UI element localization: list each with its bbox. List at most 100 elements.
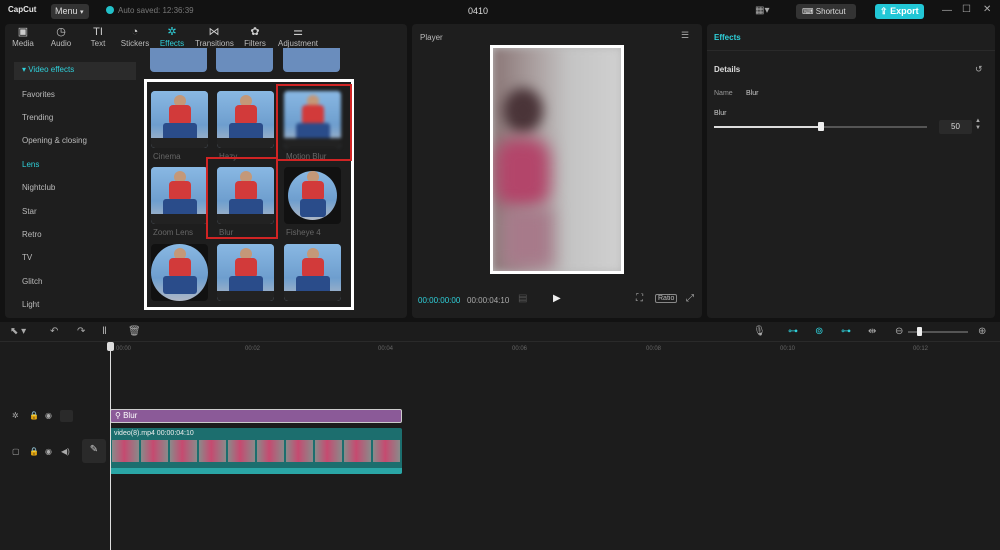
video-clip[interactable]: video(8).mp4 00:00:04:10 [110, 428, 402, 474]
ruler-label: 00:06 [512, 346, 528, 352]
effect-clip-label: Blur [123, 411, 138, 420]
effect-thumb-partial[interactable] [216, 48, 273, 72]
effect-thumb-blur[interactable] [217, 167, 274, 224]
layout-icon[interactable]: ▦▾ [755, 5, 769, 16]
effect-thumb-partial[interactable] [150, 48, 207, 72]
close-icon[interactable]: ✕ [983, 4, 991, 15]
sidebar-item-star[interactable]: Star [14, 204, 136, 222]
effect-label-blur: Blur [219, 228, 234, 237]
blur-slider-handle[interactable] [817, 122, 824, 131]
zoom-in-icon[interactable]: ⊕ [978, 326, 986, 337]
redo-icon[interactable]: ↷ [77, 326, 85, 337]
effect-thumb[interactable] [284, 244, 341, 301]
sidebar-item-tv[interactable]: TV [14, 250, 136, 268]
tab-label: Text [90, 39, 106, 48]
link-icon[interactable]: ⊶ [788, 326, 798, 337]
reset-icon[interactable]: ↺ [975, 64, 983, 75]
blur-value-input[interactable]: 50 [939, 120, 972, 134]
lock-icon[interactable]: 🔒 [29, 447, 39, 456]
shortcut-button[interactable]: ⌨ Shortcut [796, 4, 856, 19]
hamburger-icon[interactable]: ☰ [681, 30, 689, 41]
tab-text[interactable]: TI Text [81, 26, 115, 48]
microphone-icon[interactable]: 🎙 [753, 326, 766, 337]
video-clip-label: video(8).mp4 00:00:04:10 [114, 430, 194, 437]
ruler-label: 00:08 [646, 346, 662, 352]
name-label: Name [714, 90, 733, 97]
sidebar-item-favorites[interactable]: Favorites [14, 87, 136, 105]
sidebar-item-nightclub[interactable]: Nightclub [14, 180, 136, 198]
cover-edit-icon[interactable]: ✎ [82, 439, 106, 463]
sidebar-item-lens[interactable]: Lens [14, 157, 136, 175]
eye-icon[interactable]: ◉ [45, 447, 52, 456]
effect-label-motion-blur: Motion Blur [286, 152, 327, 161]
sidebar-item-retro[interactable]: Retro [14, 227, 136, 245]
app-logo: CapCut [8, 5, 37, 14]
tab-label: Transitions [195, 39, 234, 48]
undo-icon[interactable]: ↶ [50, 326, 58, 337]
split-icon[interactable]: Ⅱ [102, 326, 107, 337]
tab-filters[interactable]: ✿ Filters [238, 26, 272, 48]
stepper-icon[interactable]: ▲ ▼ [975, 118, 981, 132]
delete-icon[interactable]: 🗑 [128, 326, 141, 337]
tab-adjustment[interactable]: ⚌ Adjustment [277, 26, 319, 48]
effect-thumb-round[interactable] [151, 244, 208, 301]
tab-label: Filters [244, 39, 266, 48]
sidebar-item-trending[interactable]: Trending [14, 110, 136, 128]
effect-clip-blur[interactable]: ⚲ Blur [110, 409, 402, 423]
zoom-slider-handle[interactable] [917, 327, 922, 336]
effect-thumb-cinema[interactable] [151, 91, 208, 148]
expand-icon[interactable]: ⤢ [686, 293, 694, 304]
export-button[interactable]: ⇪ Export [875, 4, 924, 19]
effect-thumb-motion-blur[interactable] [284, 91, 341, 148]
select-tool-icon[interactable]: ⬉ ▾ [10, 326, 26, 337]
tab-stickers[interactable]: ◔ Stickers [118, 26, 152, 48]
eye-icon[interactable]: ◉ [45, 411, 52, 420]
audio-mute-icon[interactable]: ◀) [61, 447, 70, 456]
tab-label: Stickers [120, 39, 150, 48]
minimize-icon[interactable]: — [942, 5, 952, 16]
shortcut-label: Shortcut [815, 7, 846, 16]
timeline-icon[interactable]: ▤ [518, 293, 527, 304]
track-option[interactable] [60, 410, 73, 422]
sidebar-item-glitch[interactable]: Glitch [14, 274, 136, 292]
magnet-icon[interactable]: ⊚ [815, 326, 823, 337]
inspector-panel [707, 24, 995, 318]
current-time: 00:00:00:00 [418, 296, 461, 305]
zoom-out-icon[interactable]: ⊖ [895, 326, 903, 337]
video-effects-section[interactable]: ▾ Video effects [14, 62, 136, 80]
details-heading: Details [714, 65, 741, 74]
inspector-tab-effects[interactable]: Effects [714, 33, 741, 42]
chevron-down-icon: ▾ [80, 9, 84, 16]
playhead[interactable] [110, 343, 111, 550]
tab-label: Adjustment [277, 39, 319, 48]
snap-icon[interactable]: ⊶ [841, 326, 851, 337]
effect-thumb-zoom-lens[interactable] [151, 167, 208, 224]
ratio-button[interactable]: Ratio [655, 294, 678, 303]
duration: 00:00:04:10 [467, 296, 510, 305]
media-icon: ▣ [17, 26, 29, 38]
sidebar-item-opening-closing[interactable]: Opening & closing [14, 133, 136, 151]
menu-button[interactable]: Menu ▾ [51, 4, 89, 19]
playhead-handle[interactable] [107, 342, 114, 351]
ruler-label: 00:02 [245, 346, 261, 352]
effect-label-cinema: Cinema [153, 152, 181, 161]
effect-thumb-hazy[interactable] [217, 91, 274, 148]
maximize-icon[interactable]: ☐ [962, 4, 971, 15]
effect-thumb[interactable] [217, 244, 274, 301]
tab-media[interactable]: ▣ Media [6, 26, 40, 48]
effect-label-fisheye-4: Fisheye 4 [286, 228, 321, 237]
project-title: 0410 [468, 6, 489, 16]
tab-effects[interactable]: ✲ Effects [155, 26, 189, 48]
effect-thumb-partial[interactable] [283, 48, 340, 72]
sidebar-item-light[interactable]: Light [14, 297, 136, 315]
effect-label-zoom-lens: Zoom Lens [153, 228, 194, 237]
lock-icon[interactable]: 🔒 [29, 411, 39, 420]
tab-transitions[interactable]: ⋈ Transitions [195, 26, 234, 48]
fullscreen-fit-icon[interactable]: ⛶ [636, 293, 643, 304]
play-icon[interactable]: ▶ [553, 293, 561, 304]
split-screen-icon[interactable]: ⇹ [868, 326, 876, 337]
effect-thumb-fisheye-4[interactable] [284, 167, 341, 224]
tab-audio[interactable]: ◷ Audio [44, 26, 78, 48]
tab-label: Effects [159, 39, 185, 48]
ruler-label: 00:12 [913, 346, 929, 352]
